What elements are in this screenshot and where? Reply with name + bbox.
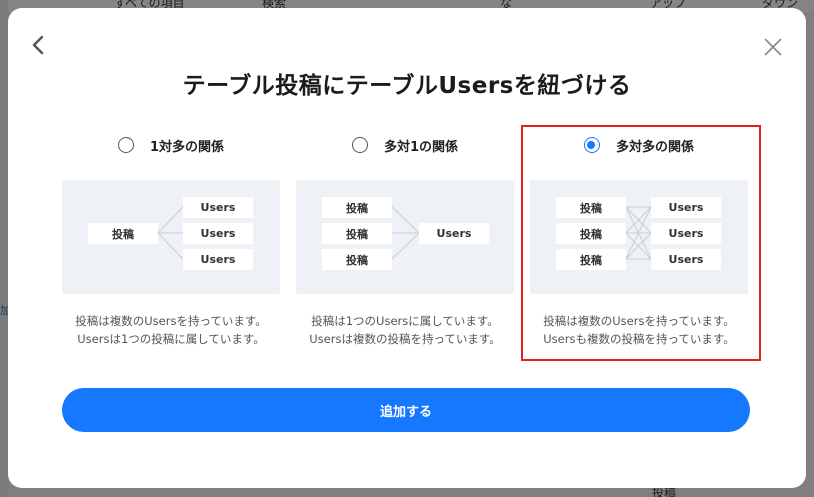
option-description: 投稿は複数のUsersを持っています。 Usersは1つの投稿に属しています。 — [62, 312, 280, 348]
diagram-box-users: Users — [183, 249, 253, 270]
diagram-box-post: 投稿 — [322, 223, 392, 244]
description-line: Usersは1つの投稿に属しています。 — [77, 332, 265, 346]
diagram-many-to-one: 投稿 投稿 投稿 Users — [296, 180, 514, 294]
radio-one-to-many[interactable] — [117, 137, 134, 153]
option-one-to-many[interactable]: 1対多の関係 — [62, 130, 280, 160]
radio-many-to-one[interactable] — [351, 137, 368, 153]
option-header[interactable]: 多対1の関係 — [296, 130, 514, 160]
add-button[interactable]: 追加する — [62, 388, 750, 432]
modal-title: テーブル投稿にテーブルUsersを紐づける — [182, 73, 632, 99]
option-label: 1対多の関係 — [149, 139, 225, 155]
option-header[interactable]: 1対多の関係 — [62, 130, 280, 160]
chevron-left-icon — [32, 35, 44, 55]
selection-highlight-box — [521, 125, 761, 361]
close-button[interactable] — [762, 36, 784, 58]
relation-modal: テーブル投稿にテーブルUsersを紐づける 1対多の関係 投稿 Users Us… — [8, 8, 806, 488]
diagram-box-post: 投稿 — [88, 223, 158, 244]
diagram-one-to-many: 投稿 Users Users Users — [62, 180, 280, 294]
description-line: 投稿は1つのUsersに属しています。 — [311, 314, 499, 328]
diagram-box-post: 投稿 — [322, 249, 392, 270]
diagram-box-users: Users — [183, 223, 253, 244]
option-many-to-one[interactable]: 多対1の関係 — [296, 130, 514, 160]
back-button[interactable] — [28, 34, 50, 56]
option-description: 投稿は1つのUsersに属しています。 Usersは複数の投稿を持っています。 — [296, 312, 514, 348]
diagram-box-users: Users — [183, 197, 253, 218]
description-line: Usersは複数の投稿を持っています。 — [309, 332, 501, 346]
description-line: 投稿は複数のUsersを持っています。 — [75, 314, 267, 328]
close-icon — [764, 38, 782, 56]
diagram-box-post: 投稿 — [322, 197, 392, 218]
diagram-box-users: Users — [419, 223, 489, 244]
option-label: 多対1の関係 — [383, 139, 459, 155]
